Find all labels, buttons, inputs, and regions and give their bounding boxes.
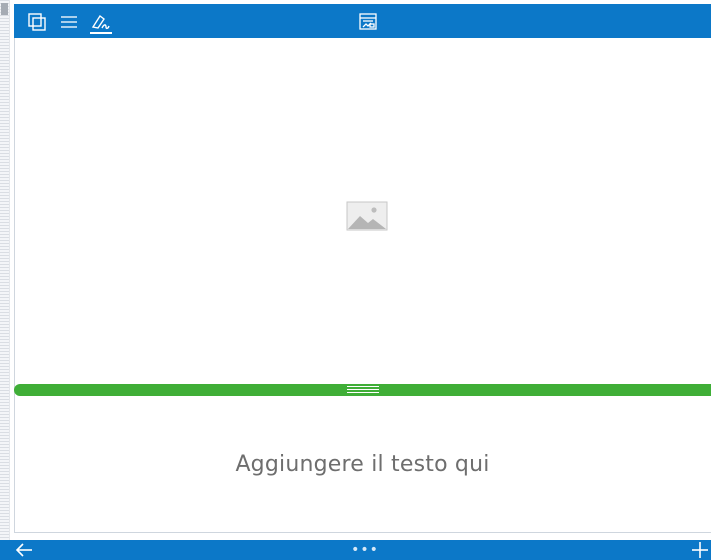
left-edge-strip xyxy=(0,0,10,560)
menu-icon[interactable] xyxy=(58,11,80,33)
text-placeholder-area[interactable]: Aggiungere il testo qui xyxy=(14,396,711,532)
layers-icon[interactable] xyxy=(26,11,48,33)
top-toolbar xyxy=(14,4,711,38)
image-icon[interactable] xyxy=(346,201,388,231)
presentation-icon[interactable] xyxy=(357,11,379,33)
app-frame: Aggiungere il testo qui ••• xyxy=(0,0,711,560)
bottom-bar: ••• xyxy=(0,540,711,560)
pen-icon[interactable] xyxy=(90,11,112,33)
active-tool-indicator xyxy=(90,32,112,34)
more-options-button[interactable]: ••• xyxy=(350,542,380,558)
section-divider[interactable] xyxy=(14,384,711,396)
text-placeholder: Aggiungere il testo qui xyxy=(235,451,490,477)
plus-icon[interactable] xyxy=(691,541,709,559)
drag-handle-icon[interactable] xyxy=(347,386,379,394)
arrow-left-icon[interactable] xyxy=(14,541,34,559)
edge-grip[interactable] xyxy=(1,3,8,15)
